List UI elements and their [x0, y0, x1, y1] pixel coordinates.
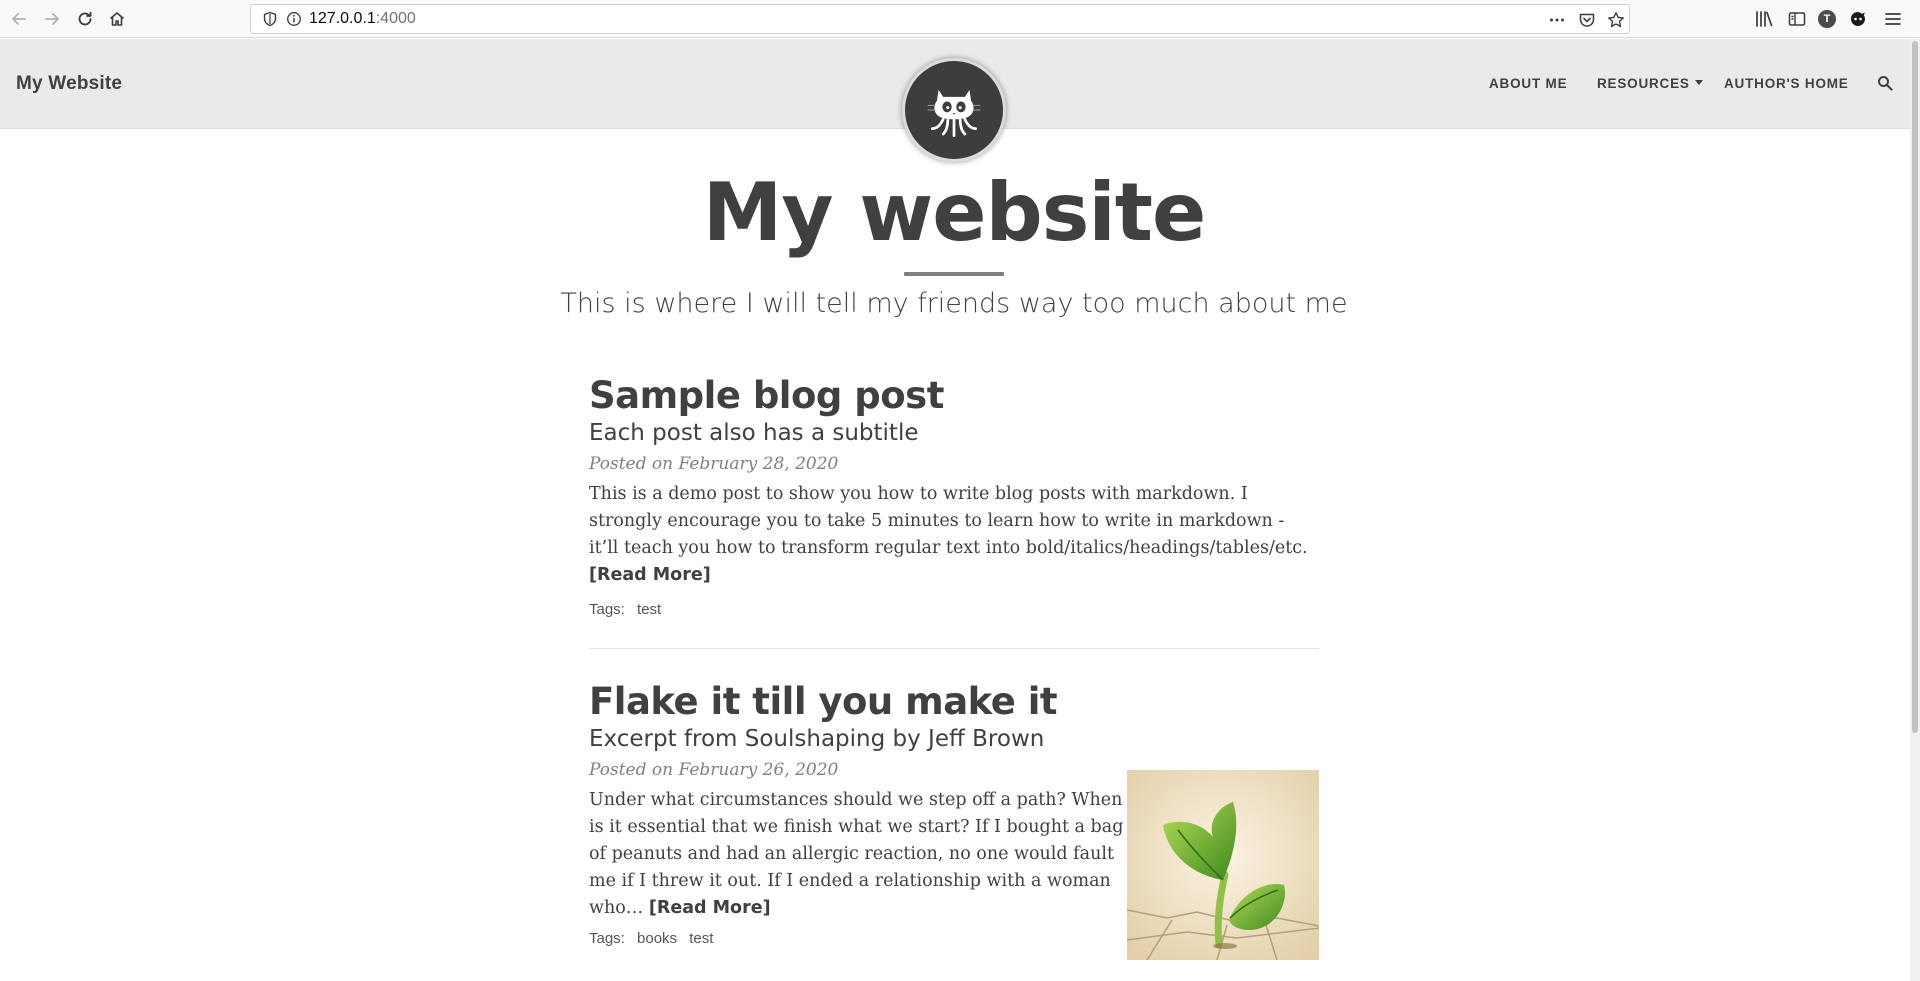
post-preview: Sample blog post Each post also has a su…: [589, 374, 1319, 618]
read-more-link[interactable]: [Read More]: [589, 565, 711, 585]
home-icon: [109, 12, 125, 26]
sidebar-icon: [1788, 12, 1806, 26]
nav-resources-label: RESOURCES: [1597, 76, 1690, 91]
address-bar[interactable]: 127.0.0.1:4000: [250, 4, 1630, 34]
home-button[interactable]: [102, 4, 132, 34]
page-subtitle: This is where I will tell my friends way…: [560, 288, 1348, 319]
nav-resources[interactable]: RESOURCES: [1597, 76, 1703, 91]
caret-down-icon: [1694, 80, 1703, 85]
extension-button[interactable]: [1847, 8, 1869, 30]
tag-link[interactable]: test: [637, 601, 661, 618]
post-subtitle[interactable]: Excerpt from Soulshaping by Jeff Brown: [589, 726, 1319, 752]
tag-link[interactable]: test: [689, 930, 713, 947]
bookmark-star-icon[interactable]: [1607, 11, 1625, 29]
post-excerpt: Under what circumstances should we step …: [589, 787, 1127, 922]
tags-label: Tags:: [589, 601, 625, 618]
page-actions-icon[interactable]: [1548, 11, 1566, 29]
read-more-link[interactable]: [Read More]: [649, 898, 771, 918]
url-host: 127.0.0.1: [309, 10, 376, 27]
info-icon[interactable]: [286, 11, 302, 27]
post-subtitle[interactable]: Each post also has a subtitle: [589, 420, 1319, 446]
page-scrollbar[interactable]: [1910, 39, 1920, 981]
post-tags: Tags: test: [589, 601, 1319, 618]
arrow-left-icon: [12, 13, 26, 25]
reload-icon: [78, 11, 92, 26]
nav-authors-home[interactable]: AUTHOR'S HOME: [1724, 76, 1849, 91]
account-button[interactable]: T: [1816, 8, 1838, 30]
url-port: :4000: [375, 10, 416, 27]
post-date: Posted on February 28, 2020: [589, 454, 839, 474]
url-text[interactable]: 127.0.0.1:4000: [309, 10, 416, 28]
tags-label: Tags:: [589, 930, 625, 947]
octocat-icon: [927, 89, 981, 137]
post-divider: [589, 648, 1319, 649]
site-brand[interactable]: My Website: [16, 73, 122, 95]
post-excerpt-text: This is a demo post to show you how to w…: [589, 484, 1308, 558]
arrow-right-icon: [45, 13, 59, 25]
tag-link[interactable]: books: [637, 930, 677, 947]
back-button[interactable]: [4, 4, 34, 34]
sidebar-button[interactable]: [1786, 8, 1808, 30]
nav-about-me[interactable]: ABOUT ME: [1489, 76, 1567, 91]
hamburger-icon: [1885, 13, 1901, 25]
site-avatar[interactable]: [902, 58, 1006, 162]
browser-toolbar: 127.0.0.1:4000 T: [0, 0, 1920, 38]
forward-button[interactable]: [37, 4, 67, 34]
extension-icon: [1851, 12, 1865, 26]
app-menu-button[interactable]: [1882, 8, 1904, 30]
seedling-image: [1127, 770, 1319, 960]
post-title[interactable]: Sample blog post: [589, 374, 1319, 417]
post-thumbnail[interactable]: [1127, 770, 1319, 960]
account-avatar: T: [1818, 10, 1836, 28]
shield-icon[interactable]: [262, 11, 278, 27]
scrollbar-thumb[interactable]: [1912, 41, 1918, 733]
pocket-icon[interactable]: [1578, 11, 1596, 29]
library-icon: [1756, 11, 1773, 27]
post-excerpt: This is a demo post to show you how to w…: [589, 481, 1319, 589]
reload-button[interactable]: [70, 4, 100, 34]
page-title: My website: [702, 166, 1207, 259]
post-title[interactable]: Flake it till you make it: [589, 680, 1319, 723]
search-icon[interactable]: [1877, 75, 1893, 91]
title-underline: [904, 272, 1004, 276]
library-button[interactable]: [1753, 8, 1775, 30]
